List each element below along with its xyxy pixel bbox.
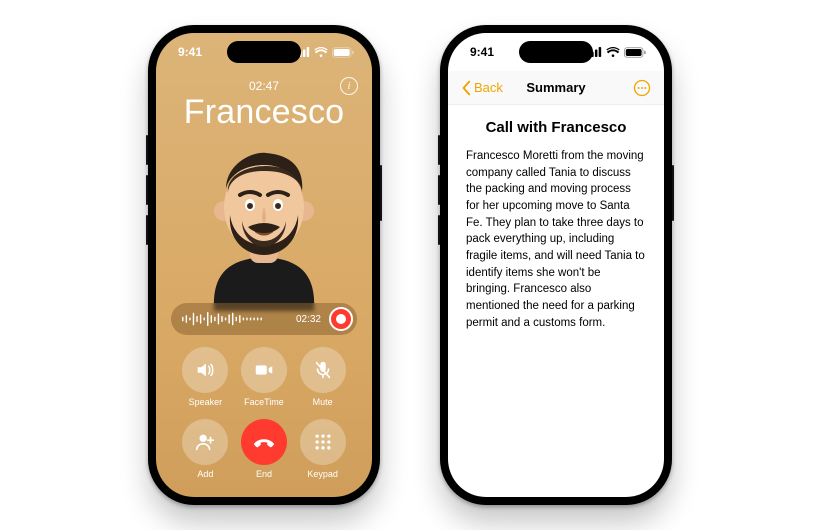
back-button[interactable]: Back (460, 80, 503, 96)
caller-name: Francesco (156, 93, 372, 132)
add-label: Add (197, 469, 213, 479)
keypad-button[interactable]: Keypad (293, 419, 352, 479)
call-timer: 02:47 (156, 79, 372, 93)
status-time: 9:41 (470, 45, 494, 59)
wifi-icon (606, 47, 620, 57)
phone-notes-screen: 9:41 Back Summary Call with Francesco Fr… (440, 25, 672, 505)
speaker-label: Speaker (189, 397, 223, 407)
end-label: End (256, 469, 272, 479)
dynamic-island (519, 41, 593, 63)
phone-call-screen: 9:41 i 02:47 Francesco (148, 25, 380, 505)
facetime-button[interactable]: FaceTime (235, 347, 294, 407)
add-button[interactable]: Add (176, 419, 235, 479)
back-label: Back (474, 80, 503, 95)
speaker-icon (194, 359, 216, 381)
chevron-left-icon (460, 80, 472, 96)
battery-icon (624, 47, 646, 58)
recording-pill[interactable]: 02:32 (171, 303, 357, 335)
ellipsis-circle-icon (633, 79, 651, 97)
mute-icon (312, 359, 334, 381)
video-icon (253, 359, 275, 381)
add-person-icon (194, 431, 216, 453)
facetime-label: FaceTime (244, 397, 284, 407)
end-call-button[interactable]: End (235, 419, 294, 479)
speaker-button[interactable]: Speaker (176, 347, 235, 407)
waveform-icon (181, 311, 288, 327)
battery-icon (332, 47, 354, 58)
recording-time: 02:32 (296, 314, 321, 325)
status-time: 9:41 (178, 45, 202, 59)
mute-label: Mute (313, 397, 333, 407)
record-button[interactable] (329, 307, 353, 331)
keypad-label: Keypad (307, 469, 338, 479)
more-button[interactable] (632, 78, 652, 98)
caller-avatar (184, 141, 344, 311)
dynamic-island (227, 41, 301, 63)
keypad-icon (313, 432, 333, 452)
wifi-icon (314, 47, 328, 57)
mute-button[interactable]: Mute (293, 347, 352, 407)
note-text: Francesco Moretti from the moving compan… (466, 148, 646, 331)
end-call-icon (252, 430, 276, 454)
note-title: Call with Francesco (466, 119, 646, 136)
nav-bar: Back Summary (448, 71, 664, 105)
note-body: Call with Francesco Francesco Moretti fr… (448, 119, 664, 497)
